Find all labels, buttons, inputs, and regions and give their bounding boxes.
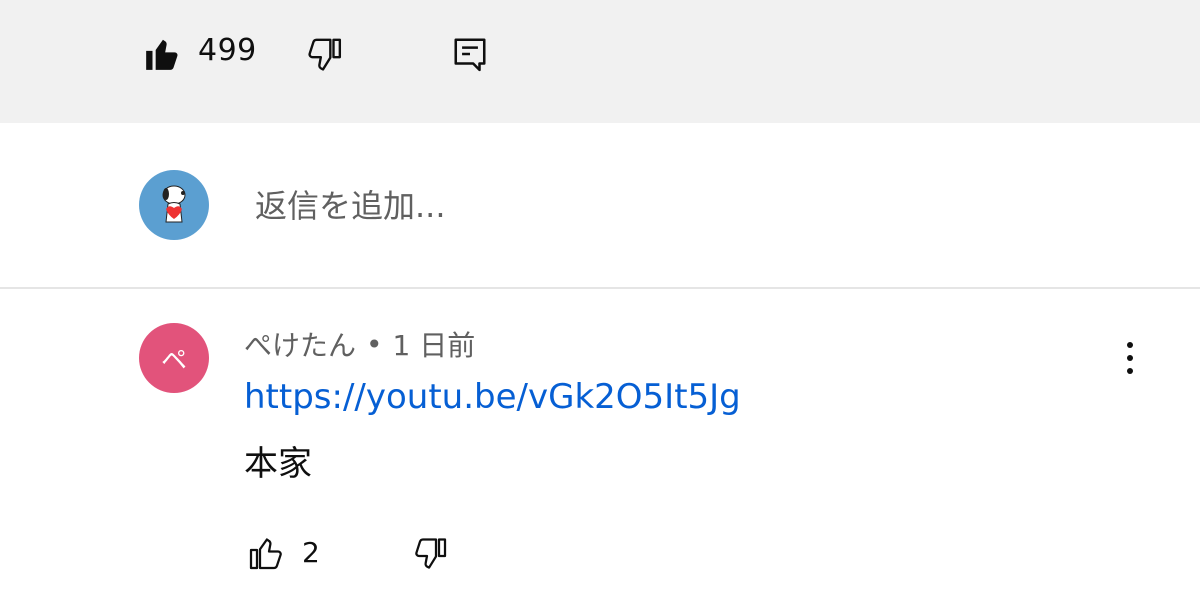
- comment-dislike-button[interactable]: [410, 534, 450, 572]
- reply-button[interactable]: [450, 33, 490, 75]
- comment-link[interactable]: https://youtu.be/vGk2O5It5Jg: [244, 377, 741, 417]
- comment-text: 本家: [244, 444, 312, 484]
- kebab-dot: [1127, 355, 1133, 361]
- divider: [0, 287, 1200, 289]
- like-button[interactable]: [140, 34, 184, 74]
- thumbs-up-filled-icon: [146, 39, 178, 70]
- user-avatar: [139, 170, 209, 240]
- comment-meta: ぺけたん • 1 日前: [244, 324, 475, 364]
- dislike-button[interactable]: [302, 34, 346, 74]
- like-count: 499: [198, 33, 257, 68]
- comment-like-count: 2: [302, 536, 320, 569]
- snoopy-avatar-icon: [162, 185, 186, 223]
- comment-time[interactable]: 1 日前: [393, 324, 476, 364]
- thumbs-up-icon: [249, 538, 282, 570]
- more-options-button[interactable]: [1114, 336, 1146, 380]
- comment-author[interactable]: ぺけたん: [244, 324, 356, 364]
- comment-icon: [454, 38, 486, 72]
- thumbs-down-icon: [415, 538, 447, 569]
- reply-input[interactable]: [255, 178, 1055, 234]
- kebab-dot: [1127, 368, 1133, 374]
- comment-like-button[interactable]: [246, 534, 286, 572]
- meta-separator: •: [366, 327, 383, 361]
- thumbs-down-icon: [308, 38, 342, 71]
- avatar-initial: ペ: [160, 345, 187, 376]
- kebab-dot: [1127, 342, 1133, 348]
- commenter-avatar[interactable]: ペ: [139, 323, 209, 393]
